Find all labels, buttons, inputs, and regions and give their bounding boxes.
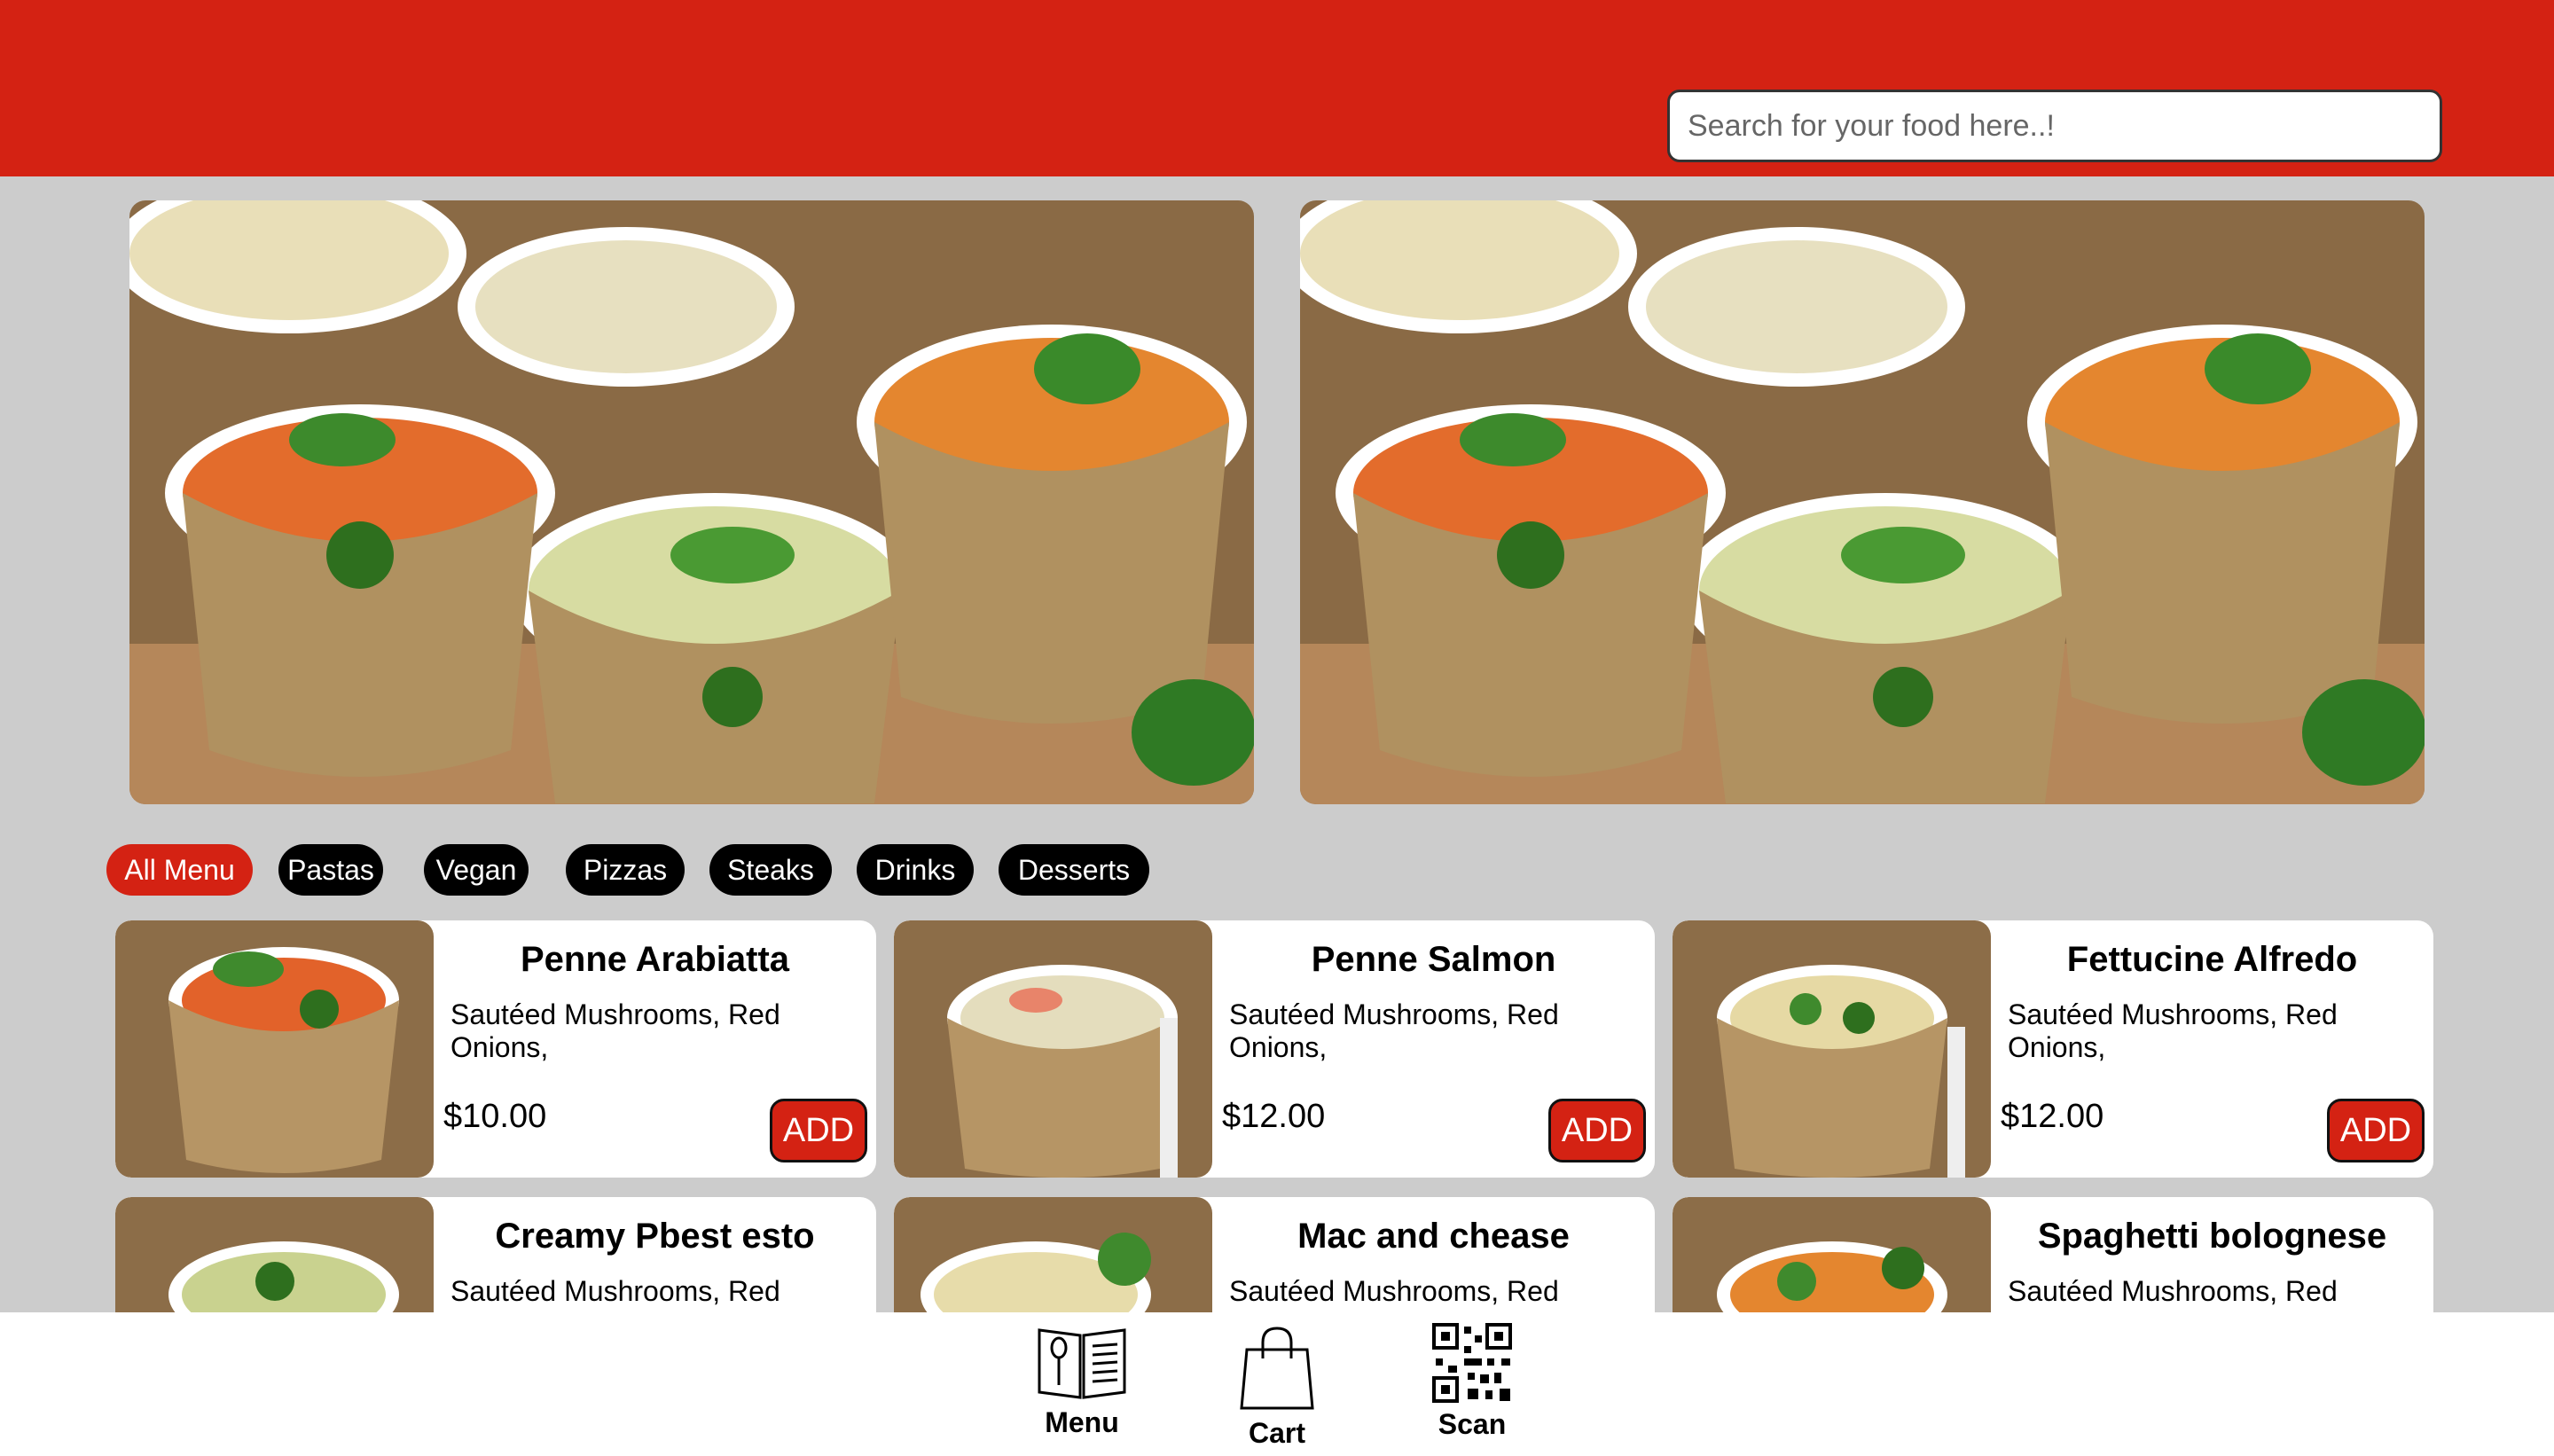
bottom-navigation: Menu Cart Scan (0, 1312, 2554, 1456)
add-to-cart-button[interactable]: ADD (770, 1099, 867, 1162)
food-thumbnail (1673, 920, 1991, 1178)
food-thumbnail (894, 920, 1212, 1178)
nav-scan[interactable]: Scan (1410, 1323, 1534, 1441)
item-description: Sautéed Mushrooms, Red Onions, (1229, 998, 1559, 1063)
category-pizzas[interactable]: Pizzas (566, 844, 685, 896)
add-to-cart-button[interactable]: ADD (2327, 1099, 2425, 1162)
menu-item-card[interactable]: Penne Salmon Sautéed Mushrooms, Red Onio… (894, 920, 1655, 1178)
search-input[interactable] (1667, 90, 2442, 162)
menu-item-card[interactable]: Penne Arabiatta Sautéed Mushrooms, Red O… (115, 920, 876, 1178)
item-name: Spaghetti bolognese (2037, 1217, 2387, 1256)
nav-menu-label: Menu (1045, 1406, 1119, 1438)
category-pastas[interactable]: Pastas (278, 844, 383, 896)
category-all-menu[interactable]: All Menu (106, 844, 253, 896)
item-description: Sautéed Mushrooms, Red (2008, 1275, 2338, 1307)
item-price: $12.00 (2001, 1098, 2104, 1135)
banner-image-1[interactable] (129, 200, 1254, 804)
item-name: Fettucine Alfredo (2066, 940, 2358, 979)
item-name: Penne Arabiatta (520, 940, 790, 979)
item-description: Sautéed Mushrooms, Red (1229, 1275, 1559, 1307)
shopping-bag-icon (1240, 1327, 1314, 1410)
category-vegan[interactable]: Vegan (424, 844, 529, 896)
item-name: Creamy Pbest esto (495, 1217, 815, 1256)
item-description: Sautéed Mushrooms, Red Onions, (2008, 998, 2338, 1063)
menu-item-card[interactable]: Fettucine Alfredo Sautéed Mushrooms, Red… (1673, 920, 2433, 1178)
category-steaks[interactable]: Steaks (709, 844, 832, 896)
nav-scan-label: Scan (1438, 1408, 1507, 1440)
qr-code-icon (1432, 1323, 1512, 1403)
nav-menu[interactable]: Menu (1020, 1323, 1144, 1439)
item-price: $10.00 (443, 1098, 547, 1135)
item-price: $12.00 (1222, 1098, 1326, 1135)
item-name: Mac and chease (1297, 1217, 1570, 1256)
top-header (0, 0, 2554, 176)
menu-book-icon (1038, 1328, 1126, 1399)
category-desserts[interactable]: Desserts (999, 844, 1149, 896)
food-thumbnail (115, 920, 434, 1178)
item-description: Sautéed Mushrooms, Red (450, 1275, 780, 1307)
category-drinks[interactable]: Drinks (857, 844, 974, 896)
add-to-cart-button[interactable]: ADD (1548, 1099, 1646, 1162)
nav-cart[interactable]: Cart (1215, 1323, 1339, 1450)
banner-image-2[interactable] (1300, 200, 2425, 804)
item-name: Penne Salmon (1311, 940, 1556, 979)
nav-cart-label: Cart (1248, 1417, 1305, 1449)
item-description: Sautéed Mushrooms, Red Onions, (450, 998, 780, 1063)
